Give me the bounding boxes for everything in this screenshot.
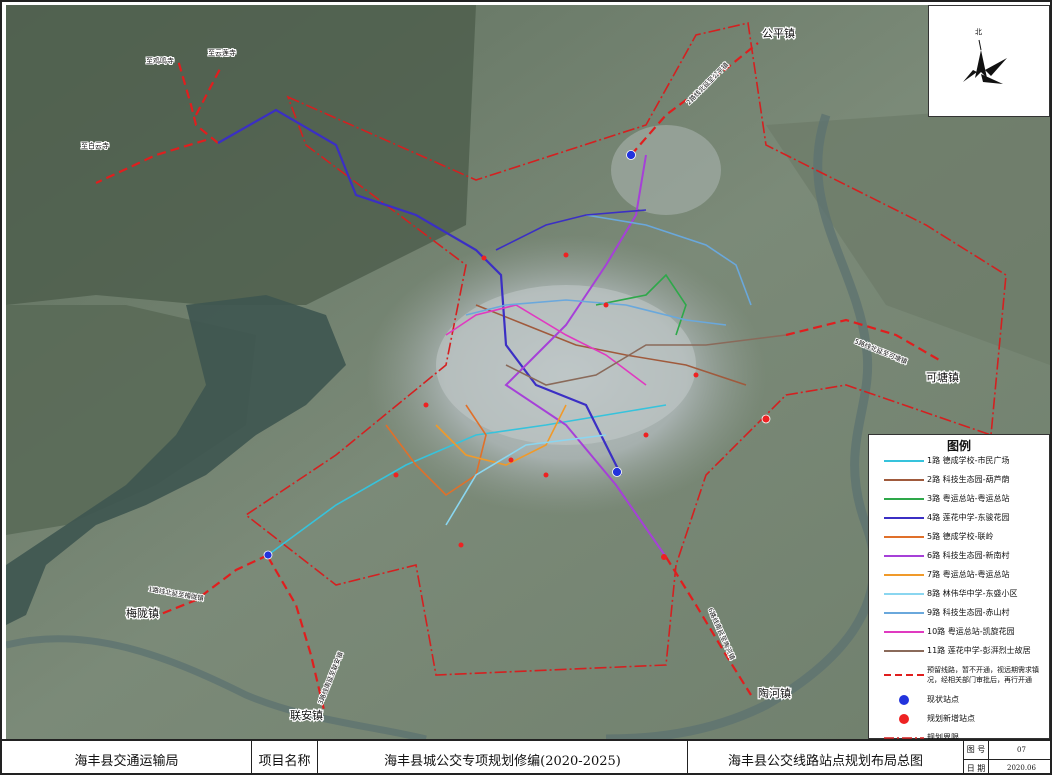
- new-station-icon: [881, 713, 927, 724]
- legend-row-route: 5路 德成学校-联岭: [869, 527, 1049, 546]
- dest-baiyun: 至白云寺: [81, 141, 109, 150]
- date-row: 日 期 2020.06: [964, 759, 1050, 773]
- new-station: [458, 542, 464, 548]
- route-line-icon: [881, 532, 927, 542]
- new-station: [603, 302, 609, 308]
- current-station: [612, 467, 622, 477]
- route-line-icon: [881, 475, 927, 485]
- extension-line-icon: [881, 670, 927, 680]
- town-ketang: 可塘镇: [926, 370, 959, 384]
- route-line-icon: [881, 589, 927, 599]
- new-station: [543, 472, 549, 478]
- dest-yunlian: 至云莲寺: [208, 48, 236, 57]
- legend-row-route: 10路 粤运总站-凯旋花园: [869, 622, 1049, 641]
- legend-route-label: 7路 粤运总站-粤运总站: [927, 570, 1010, 579]
- legend-row-route: 11路 莲花中学-彭湃烈士故居: [869, 641, 1049, 660]
- new-station: [563, 252, 569, 258]
- legend-current-station-label: 现状站点: [927, 695, 959, 704]
- legend-row-route: 2路 科技生态园-葫芦荫: [869, 470, 1049, 489]
- legend-extension-label: 预留线路，暂不开通，视远期需求镇况，经相关部门审批后，再行开通: [927, 666, 1039, 684]
- legend-title: 图例: [946, 439, 971, 453]
- legend-box: 图例 1路 德成学校-市民广场 2路 科技生态园-葫芦荫 3路 粤运总站-粤运总站 4…: [868, 434, 1050, 742]
- current-station: [263, 550, 273, 560]
- route-line-icon: [881, 646, 927, 656]
- legend-row-current-station: 现状站点: [869, 690, 1049, 709]
- date-value: 2020.06: [1007, 764, 1036, 773]
- legend-row-new-station: 规划新增站点: [869, 709, 1049, 728]
- project-name: 海丰县城公交专项规划修编(2020-2025): [318, 741, 688, 773]
- fig-number-row: 图 号 07: [964, 741, 1050, 760]
- legend-routes: 1路 德成学校-市民广场 2路 科技生态园-葫芦荫 3路 粤运总站-粤运总站 4路 莲…: [869, 451, 1049, 660]
- new-station: [661, 554, 667, 560]
- current-station-icon: [881, 694, 927, 705]
- org-name: 海丰县交通运输局: [2, 741, 252, 773]
- legend-route-label: 9路 科技生态园-赤山村: [927, 608, 1010, 617]
- legend-route-label: 8路 林伟华中学-东盛小区: [927, 589, 1018, 598]
- legend-row-route: 1路 德成学校-市民广场: [869, 451, 1049, 470]
- legend-row-route: 4路 莲花中学-东骏花园: [869, 508, 1049, 527]
- new-station: [423, 402, 429, 408]
- route-line-icon: [881, 608, 927, 618]
- new-station: [393, 472, 399, 478]
- town-north: [611, 125, 721, 215]
- route-line-icon: [881, 494, 927, 504]
- legend-route-label: 5路 德成学校-联岭: [927, 532, 994, 541]
- current-station: [626, 150, 636, 160]
- town-gongping: 公平镇: [762, 26, 795, 40]
- compass-box: 北: [928, 5, 1050, 117]
- fig-number: 07: [1017, 745, 1026, 754]
- route-line-icon: [881, 513, 927, 523]
- project-label: 项目名称: [252, 741, 318, 773]
- legend-row-route: 9路 科技生态园-赤山村: [869, 603, 1049, 622]
- town-taohe: 陶河镇: [758, 686, 791, 700]
- legend-row-route: 8路 林伟华中学-东盛小区: [869, 584, 1049, 603]
- drawing-meta: 图 号 07 日 期 2020.06: [964, 741, 1050, 773]
- legend-route-label: 10路 粤运总站-凯旋花园: [927, 627, 1015, 636]
- fig-label: 图 号: [964, 741, 989, 759]
- title-block: 海丰县交通运输局 项目名称 海丰县城公交专项规划修编(2020-2025) 海丰…: [2, 739, 1050, 773]
- legend-route-label: 1路 德成学校-市民广场: [927, 456, 1010, 465]
- route-line-icon: [881, 570, 927, 580]
- map-frame: 公平镇 可塘镇 梅陇镇 联安镇 陶河镇 至鸡鸣寺 至云莲寺 至白云寺 2路线北延…: [0, 0, 1052, 775]
- town-meilong: 梅陇镇: [126, 606, 159, 620]
- town-lianan: 联安镇: [290, 708, 323, 722]
- legend-route-label: 3路 粤运总站-粤运总站: [927, 494, 1010, 503]
- route-line-icon: [881, 456, 927, 466]
- legend-route-label: 11路 莲花中学-彭湃烈士故居: [927, 646, 1031, 655]
- new-station: [508, 457, 514, 463]
- route-line-icon: [881, 551, 927, 561]
- legend-route-label: 2路 科技生态园-葫芦荫: [927, 475, 1010, 484]
- compass-north-label: 北: [975, 28, 982, 36]
- dest-jiming: 至鸡鸣寺: [146, 56, 174, 65]
- new-station: [643, 432, 649, 438]
- legend-row-extension: 预留线路，暂不开通，视远期需求镇况，经相关部门审批后，再行开通: [869, 660, 1049, 690]
- route-line-icon: [881, 627, 927, 637]
- new-station: [481, 255, 487, 261]
- new-station: [761, 414, 771, 424]
- legend-route-label: 4路 莲花中学-东骏花园: [927, 513, 1010, 522]
- drawing-title: 海丰县公交线路站点规划布局总图: [688, 741, 964, 773]
- date-label: 日 期: [964, 759, 989, 773]
- legend-row-route: 3路 粤运总站-粤运总站: [869, 489, 1049, 508]
- new-station: [693, 372, 699, 378]
- legend-new-station-label: 规划新增站点: [927, 714, 975, 723]
- legend-route-label: 6路 科技生态园-新南村: [927, 551, 1010, 560]
- legend-row-route: 6路 科技生态园-新南村: [869, 546, 1049, 565]
- compass-rose-icon: [963, 39, 1007, 84]
- legend-row-route: 7路 粤运总站-粤运总站: [869, 565, 1049, 584]
